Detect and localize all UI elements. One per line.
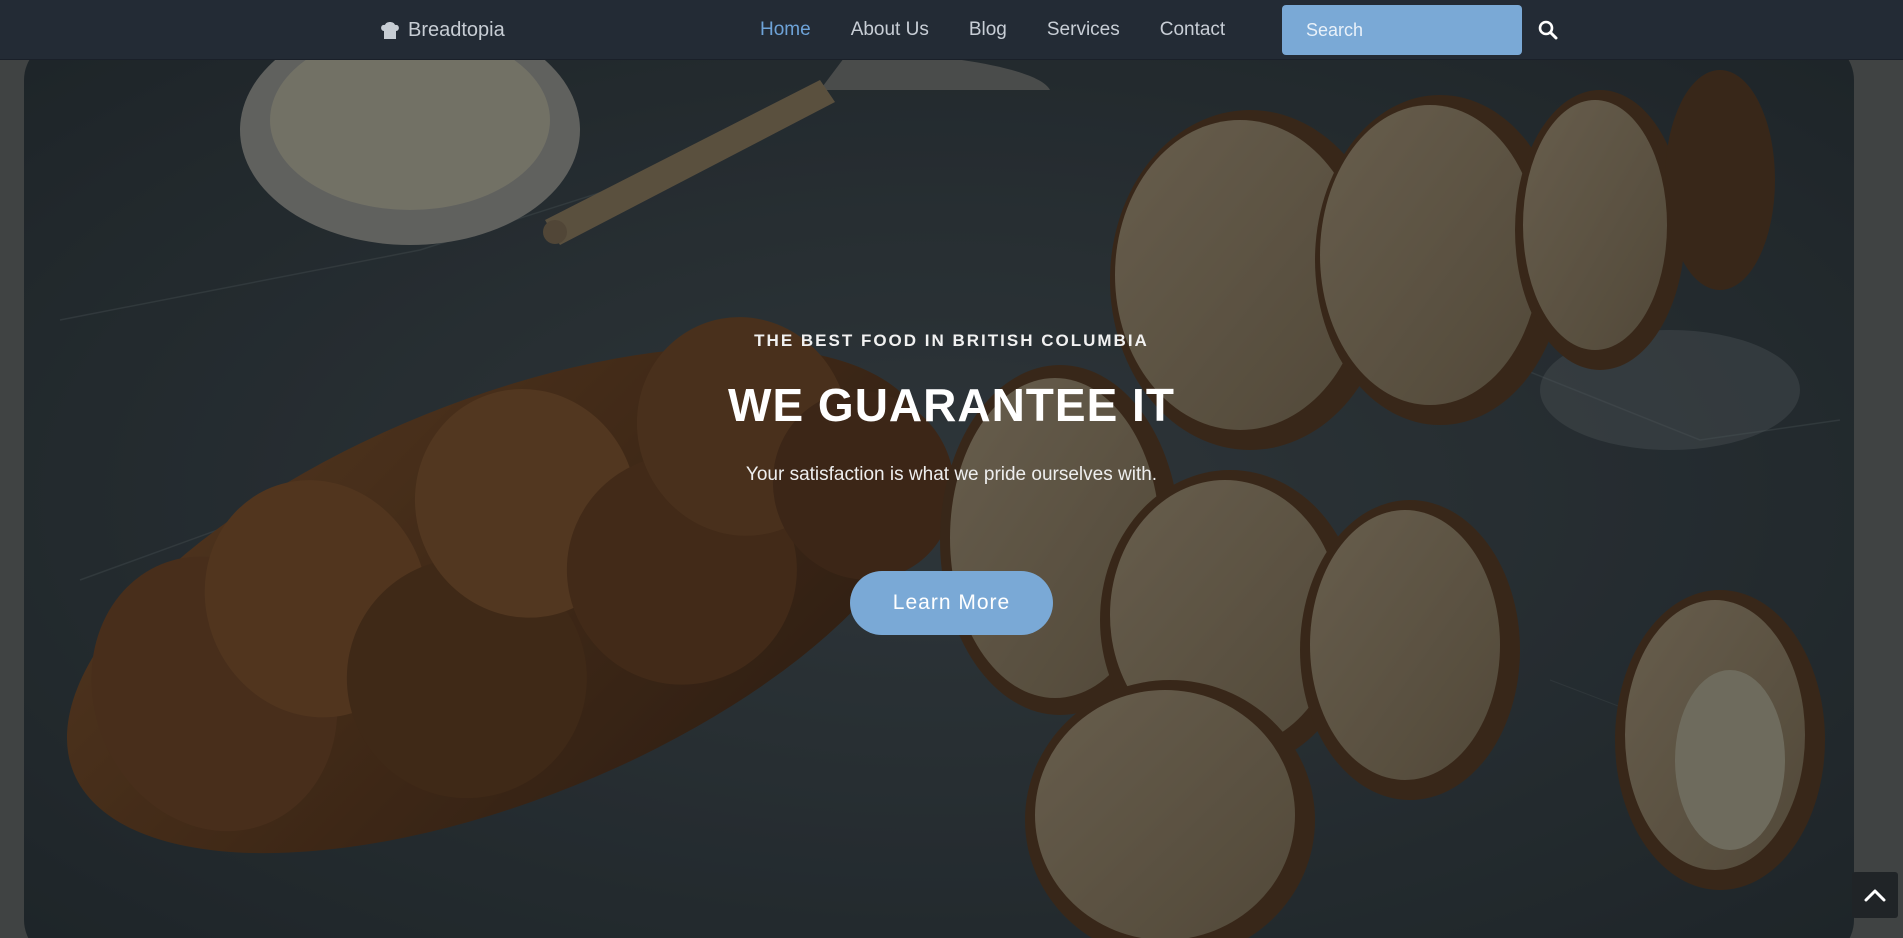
back-to-top-button[interactable]	[1852, 872, 1898, 918]
brand-link[interactable]: Breadtopia	[380, 17, 505, 43]
nav-link-blog[interactable]: Blog	[949, 0, 1027, 60]
learn-more-button[interactable]: Learn More	[850, 571, 1053, 635]
search-button[interactable]	[1538, 5, 1558, 55]
chevron-up-icon	[1864, 889, 1886, 902]
search-box	[1282, 5, 1558, 55]
search-input[interactable]	[1282, 5, 1538, 55]
hero-section: THE BEST FOOD IN BRITISH COLUMBIA WE GUA…	[0, 60, 1903, 938]
hero-subtitle: Your satisfaction is what we pride ourse…	[745, 464, 1158, 485]
search-icon	[1538, 20, 1558, 40]
nav-link-home[interactable]: Home	[740, 0, 831, 60]
nav-links: Home About Us Blog Services Contact	[740, 0, 1245, 60]
navbar: Breadtopia Home About Us Blog Services C…	[0, 0, 1903, 60]
chef-hat-icon	[381, 22, 399, 39]
brand-name: Breadtopia	[408, 18, 505, 41]
nav-link-contact[interactable]: Contact	[1140, 0, 1245, 60]
hero-kicker: THE BEST FOOD IN BRITISH COLUMBIA	[754, 331, 1149, 350]
hero-content: THE BEST FOOD IN BRITISH COLUMBIA WE GUA…	[0, 60, 1903, 938]
nav-link-services[interactable]: Services	[1027, 0, 1140, 60]
nav-link-about-us[interactable]: About Us	[831, 0, 949, 60]
hero-headline: WE GUARANTEE IT	[728, 379, 1175, 431]
